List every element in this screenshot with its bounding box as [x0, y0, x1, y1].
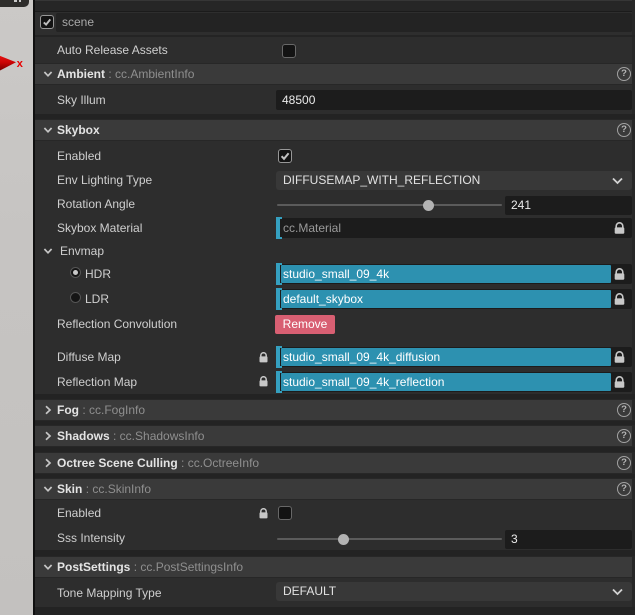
- svg-text:x: x: [17, 59, 24, 71]
